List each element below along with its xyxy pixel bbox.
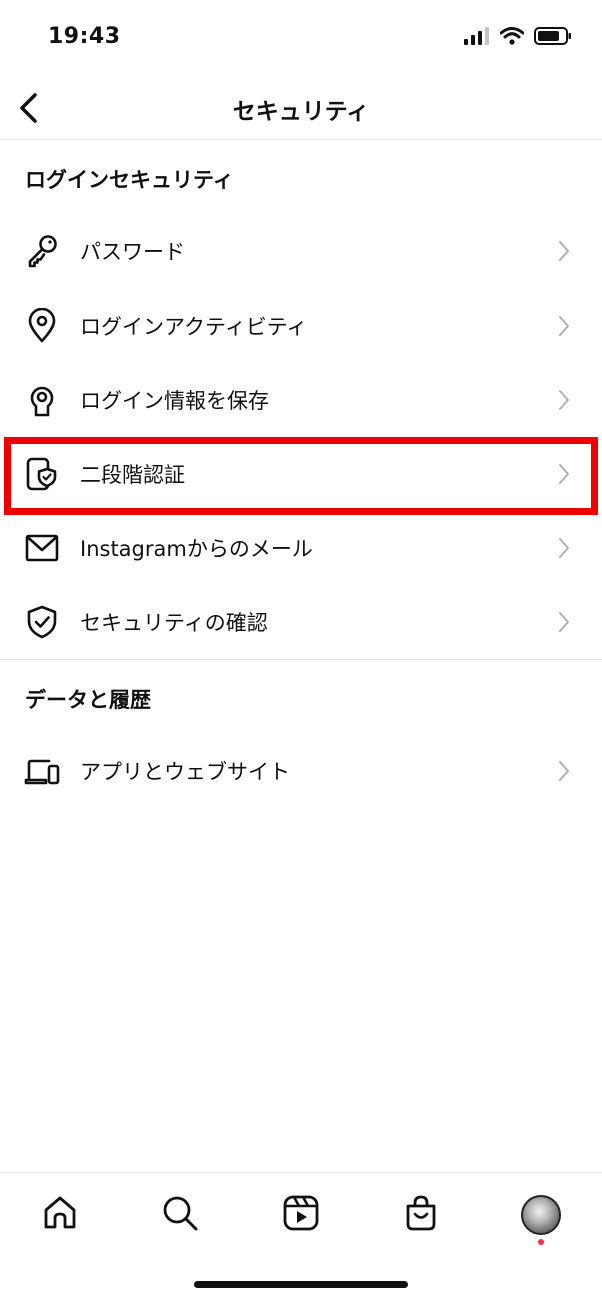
section-header-login-security: ログインセキュリティ <box>25 168 234 192</box>
chevron-right-icon <box>556 536 572 560</box>
row-apps-websites[interactable]: アプリとウェブサイト <box>0 734 602 808</box>
chevron-right-icon <box>556 314 572 338</box>
signal-icon <box>464 27 490 49</box>
chevron-right-icon <box>556 610 572 634</box>
row-label-password: パスワード <box>80 240 185 264</box>
search-icon <box>161 1194 199 1236</box>
screen: 19:43 セキュリティ ログインセキュリティ パスワード ログインアクティビテ… <box>0 0 602 1304</box>
chevron-right-icon <box>556 239 572 263</box>
reels-icon <box>282 1194 320 1236</box>
home-indicator <box>194 1281 408 1288</box>
device-shield-icon <box>22 454 62 494</box>
tab-reels[interactable] <box>279 1193 323 1237</box>
tab-profile[interactable] <box>519 1193 563 1237</box>
section-divider <box>0 659 602 660</box>
home-icon <box>41 1194 79 1236</box>
status-time: 19:43 <box>48 24 121 49</box>
tab-home[interactable] <box>38 1193 82 1237</box>
row-label-login-activity: ログインアクティビティ <box>80 315 308 339</box>
section-header-data-history: データと履歴 <box>25 688 151 712</box>
battery-icon <box>534 26 572 50</box>
status-icons <box>464 26 572 50</box>
page-title: セキュリティ <box>232 99 370 125</box>
row-two-factor-auth[interactable]: 二段階認証 <box>0 437 602 511</box>
shield-check-icon <box>22 602 62 642</box>
row-password[interactable]: パスワード <box>0 214 602 288</box>
row-saved-login-info[interactable]: ログイン情報を保存 <box>0 363 602 437</box>
wifi-icon <box>499 27 525 49</box>
row-label-saved-login-info: ログイン情報を保存 <box>80 389 269 413</box>
shop-icon <box>402 1194 440 1236</box>
row-instagram-emails[interactable]: Instagramからのメール <box>0 511 602 585</box>
chevron-right-icon <box>556 388 572 412</box>
status-bar: 19:43 <box>0 0 602 78</box>
key-icon <box>22 231 62 271</box>
row-label-two-factor-auth: 二段階認証 <box>80 463 185 487</box>
location-pin-icon <box>22 306 62 346</box>
envelope-icon <box>22 528 62 568</box>
row-label-instagram-emails: Instagramからのメール <box>80 537 313 561</box>
row-label-apps-websites: アプリとウェブサイト <box>80 760 290 784</box>
keyhole-icon <box>22 380 62 420</box>
header: セキュリティ <box>0 78 602 140</box>
row-login-activity[interactable]: ログインアクティビティ <box>0 289 602 363</box>
profile-avatar <box>521 1195 561 1235</box>
chevron-right-icon <box>556 759 572 783</box>
notification-dot <box>538 1239 544 1245</box>
devices-icon <box>22 751 62 791</box>
row-label-security-checkup: セキュリティの確認 <box>80 611 268 635</box>
chevron-right-icon <box>556 462 572 486</box>
row-security-checkup[interactable]: セキュリティの確認 <box>0 585 602 659</box>
tab-bar <box>0 1172 602 1262</box>
tab-shop[interactable] <box>399 1193 443 1237</box>
tab-search[interactable] <box>158 1193 202 1237</box>
